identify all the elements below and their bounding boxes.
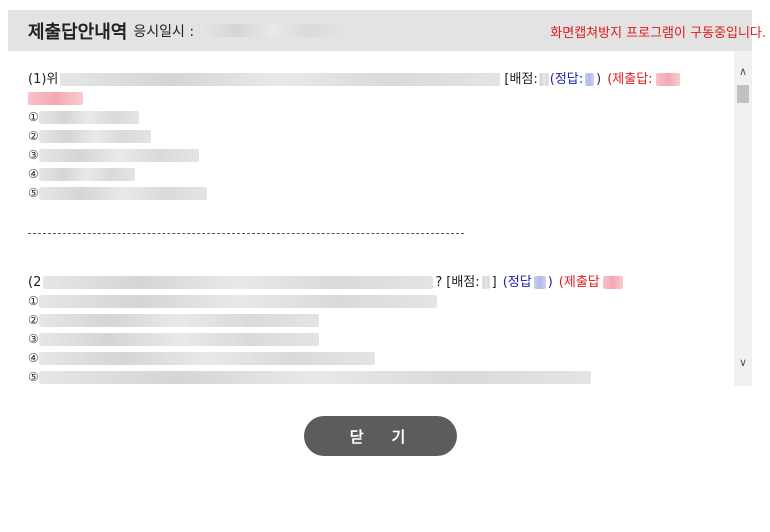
question-1-number: (1)위 [28,72,59,87]
question-2-submitted-label: (제출답 [558,275,600,290]
answer-list[interactable]: (1)위 [배점: (정답: ) (제출답: ① ② ③ ④ ⑤ (2 ? [배… [8,51,734,386]
question-1-answer-close: ) [596,72,602,87]
question-1-submitted-label: (제출답: [607,72,653,87]
question-1-score-redacted [538,73,549,86]
question-2-answer-close: ) [547,275,553,290]
question-2-score-redacted [481,276,490,289]
question-1-option-5: ⑤ [28,184,680,203]
question-1-score-label: [배점: [504,72,538,87]
question-1-text-redacted [60,73,501,86]
question-2-number: (2 [28,275,42,290]
question-2-score-label: [배점: [446,275,480,290]
page-title: 제출답안내역 [28,21,128,43]
question-1-submitted-redacted [655,73,680,86]
question-1-option-4: ④ [28,165,680,184]
question-1-answer-label: (정답: [549,72,584,87]
question-2-text-redacted [43,276,434,289]
question-2-option-5: ⑤ [28,368,623,386]
question-2-submitted-redacted [602,276,623,289]
question-1-submitted-continued-redacted [28,92,83,105]
question-2: (2 ? [배점: ] (정답 ) (제출답 ① ② ③ ④ ⑤ [28,273,623,386]
question-divider [28,233,464,234]
exam-time-label: 응시일시 : [133,23,195,40]
question-1-option-1: ① [28,108,680,127]
question-1-option-2: ② [28,127,680,146]
close-button[interactable]: 닫기 [304,416,457,456]
question-1-answer-redacted [585,73,595,86]
scroll-down-icon[interactable]: ∨ [734,354,752,371]
vertical-scrollbar[interactable]: ∧ ∨ [734,51,752,386]
question-2-question-end: ? [435,275,443,290]
exam-time-value-redacted [200,24,346,37]
question-1-option-3: ③ [28,146,680,165]
scrollbar-thumb[interactable] [737,85,749,103]
question-2-option-1: ① [28,292,623,311]
scroll-up-icon[interactable]: ∧ [734,63,752,80]
question-2-option-2: ② [28,311,623,330]
question-2-answer-redacted [533,276,546,289]
capture-warning: 화면캡쳐방지 프로그램이 구동중입니다. [550,26,766,41]
question-2-answer-label: (정답 [502,275,532,290]
question-2-option-4: ④ [28,349,623,368]
question-1: (1)위 [배점: (정답: ) (제출답: ① ② ③ ④ ⑤ [28,70,680,203]
question-2-option-3: ③ [28,330,623,349]
question-2-score-close: ] [491,275,497,290]
